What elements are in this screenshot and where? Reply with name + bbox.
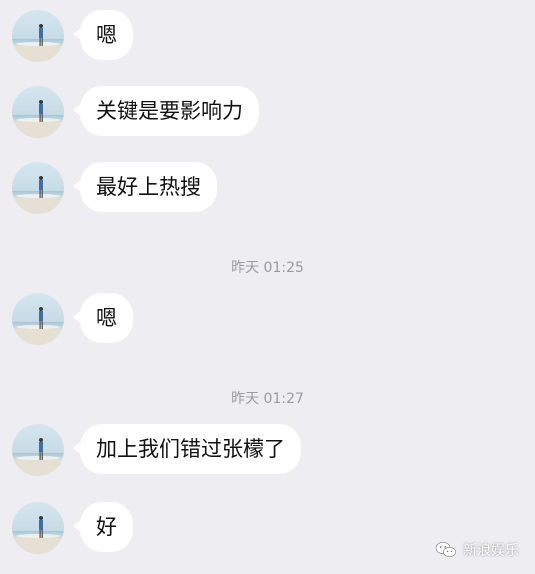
message-timestamp: 昨天 01:25 xyxy=(231,260,304,276)
watermark: 新浪娱乐 xyxy=(435,540,519,560)
avatar[interactable] xyxy=(12,162,64,214)
message-bubble[interactable]: 嗯 xyxy=(73,10,133,60)
chat-thread: 嗯 关键是要影响力 最好上热搜 昨天 01:25 嗯 昨天 01:27 加上我们… xyxy=(0,0,535,574)
wechat-icon xyxy=(435,541,457,559)
message-row: 嗯 xyxy=(0,291,535,345)
watermark-label: 新浪娱乐 xyxy=(463,543,519,559)
message-bubble[interactable]: 关键是要影响力 xyxy=(73,86,259,136)
avatar[interactable] xyxy=(12,502,64,554)
message-row: 关键是要影响力 xyxy=(0,84,535,138)
message-timestamp: 昨天 01:27 xyxy=(231,391,304,407)
avatar[interactable] xyxy=(12,10,64,62)
message-row: 嗯 xyxy=(0,8,535,62)
message-bubble[interactable]: 最好上热搜 xyxy=(73,162,217,212)
message-bubble[interactable]: 好 xyxy=(73,502,133,552)
avatar[interactable] xyxy=(12,424,64,476)
message-bubble[interactable]: 嗯 xyxy=(73,293,133,343)
message-row: 最好上热搜 xyxy=(0,160,535,214)
avatar[interactable] xyxy=(12,86,64,138)
message-row: 加上我们错过张檬了 xyxy=(0,422,535,476)
message-bubble[interactable]: 加上我们错过张檬了 xyxy=(73,424,301,474)
avatar[interactable] xyxy=(12,293,64,345)
